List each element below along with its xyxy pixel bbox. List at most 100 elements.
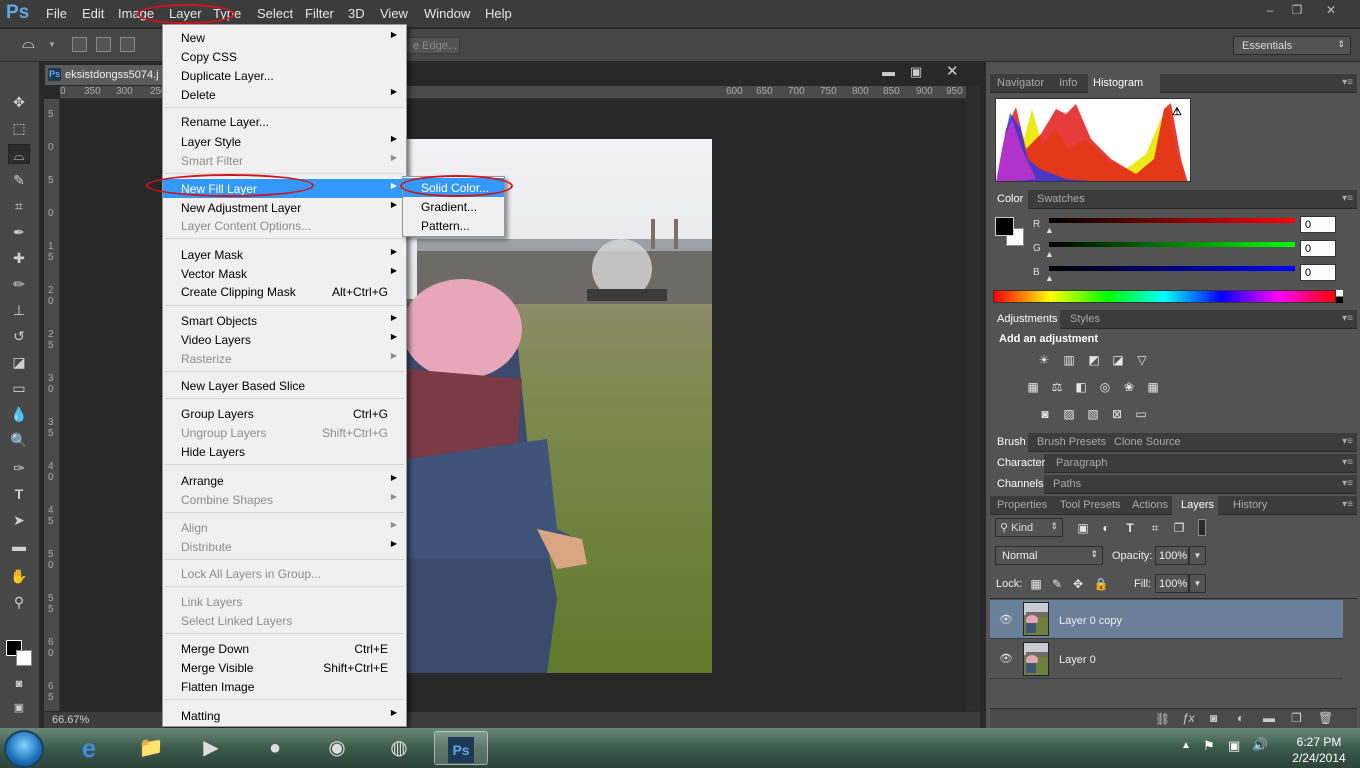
panel-menu-icon[interactable]: ▾≡ xyxy=(1342,77,1353,88)
hand-tool-icon[interactable]: ✋ xyxy=(8,566,30,586)
red-value-input[interactable]: 0 xyxy=(1300,216,1336,233)
tab-history[interactable]: History xyxy=(1233,499,1267,511)
tab-styles[interactable]: Styles xyxy=(1070,313,1100,325)
internet-explorer-icon[interactable]: e xyxy=(68,731,110,765)
submenu-item-pattern[interactable]: Pattern... xyxy=(403,216,504,235)
menu-item-new[interactable]: New ▶ xyxy=(163,28,406,47)
filter-pixel-icon[interactable]: ▣ xyxy=(1074,521,1092,535)
filter-toggle[interactable] xyxy=(1198,519,1206,536)
add-mask-icon[interactable]: ◙ xyxy=(1210,711,1217,725)
menu-item-ungroup-layers[interactable]: Ungroup Layers Shift+Ctrl+G xyxy=(163,423,406,442)
warning-icon[interactable]: ⚠ xyxy=(1172,105,1182,118)
link-layers-icon[interactable]: ⛓ xyxy=(1155,712,1170,726)
panel-menu-icon[interactable]: ▾≡ xyxy=(1342,193,1353,204)
tab-brush-presets[interactable]: Brush Presets xyxy=(1037,436,1106,448)
layer-name[interactable]: Layer 0 xyxy=(1059,654,1096,666)
vibrance-icon[interactable]: ▽ xyxy=(1133,353,1151,367)
doc-restore-icon[interactable]: ▣ xyxy=(910,64,922,80)
menu-item-layer-content-options[interactable]: Layer Content Options... xyxy=(163,216,406,235)
blur-tool-icon[interactable]: 💧 xyxy=(8,404,30,424)
menu-item-new-adjustment-layer[interactable]: New Adjustment Layer ▶ xyxy=(163,198,406,217)
panel-menu-icon[interactable]: ▾≡ xyxy=(1342,478,1353,489)
tab-tool-presets[interactable]: Tool Presets xyxy=(1060,499,1121,511)
threshold-icon[interactable]: ▧ xyxy=(1084,407,1102,421)
menu-item-merge-down[interactable]: Merge Down Ctrl+E xyxy=(163,639,406,658)
zoom-level[interactable]: 66.67% xyxy=(52,714,89,726)
new-group-icon[interactable]: ▬ xyxy=(1263,711,1275,725)
menu-item-hide-layers[interactable]: Hide Layers xyxy=(163,442,406,461)
doc-close-icon[interactable]: ✕ xyxy=(946,62,959,80)
layer-name[interactable]: Layer 0 copy xyxy=(1059,615,1122,627)
menu-item-layer-style[interactable]: Layer Style ▶ xyxy=(163,132,406,151)
filter-type-icon[interactable]: T xyxy=(1121,521,1139,535)
exposure-icon[interactable]: ◪ xyxy=(1109,353,1127,367)
marquee-tool-icon[interactable]: ⬚ xyxy=(8,118,30,138)
tab-clone-source[interactable]: Clone Source xyxy=(1114,436,1181,448)
network-icon[interactable]: ▣ xyxy=(1228,738,1240,754)
volume-icon[interactable]: 🔊 xyxy=(1252,737,1268,753)
tab-layers[interactable]: Layers xyxy=(1181,499,1214,511)
quick-select-icon[interactable]: ✎ xyxy=(8,170,30,190)
opacity-input[interactable]: 100% xyxy=(1155,546,1189,565)
fx-icon[interactable]: ƒx xyxy=(1182,711,1195,725)
eyedropper-icon[interactable]: ✒ xyxy=(8,222,30,242)
dodge-tool-icon[interactable]: 🔍 xyxy=(8,430,30,450)
panel-menu-icon[interactable]: ▾≡ xyxy=(1342,457,1353,468)
type-tool-icon[interactable]: T xyxy=(8,484,30,504)
menu-item-select-linked-layers[interactable]: Select Linked Layers xyxy=(163,611,406,630)
tab-info[interactable]: Info xyxy=(1059,77,1077,89)
opacity-dropdown-icon[interactable]: ▼ xyxy=(1189,546,1206,565)
menu-help[interactable]: Help xyxy=(485,6,512,21)
brush-tool-icon[interactable]: ✏ xyxy=(8,274,30,294)
fill-dropdown-icon[interactable]: ▼ xyxy=(1189,574,1206,593)
path-select-icon[interactable]: ➤ xyxy=(8,510,30,530)
refine-edge-button[interactable]: e Edge... xyxy=(404,37,460,54)
menu-item-video-layers[interactable]: Video Layers ▶ xyxy=(163,330,406,349)
lock-pixels-icon[interactable]: ✎ xyxy=(1048,577,1066,591)
menu-item-new-layer-based-slice[interactable]: New Layer Based Slice xyxy=(163,376,406,395)
document-tab[interactable]: eksistdongss5074.j xyxy=(44,64,176,86)
blue-slider[interactable] xyxy=(1049,266,1295,271)
panel-menu-icon[interactable]: ▾≡ xyxy=(1342,499,1353,510)
menu-item-rasterize[interactable]: Rasterize ▶ xyxy=(163,349,406,368)
zoom-tool-icon[interactable]: ⚲ xyxy=(8,592,30,612)
background-color-swatch[interactable] xyxy=(16,650,32,666)
lock-position-icon[interactable]: ✥ xyxy=(1069,577,1087,591)
restore-icon[interactable]: ❐ xyxy=(1284,2,1310,20)
new-adjustment-icon[interactable]: ◐ xyxy=(1237,711,1244,725)
filter-shape-icon[interactable]: ⌗ xyxy=(1146,521,1164,535)
lock-all-icon[interactable]: 🔒 xyxy=(1092,577,1110,591)
stamp-tool-icon[interactable]: ⊥ xyxy=(8,300,30,320)
close-icon[interactable]: ✕ xyxy=(1318,2,1344,20)
menu-item-rename-layer[interactable]: Rename Layer... xyxy=(163,112,406,131)
fill-input[interactable]: 100% xyxy=(1155,574,1189,593)
eraser-icon[interactable]: ◪ xyxy=(8,352,30,372)
menu-item-duplicate-layer[interactable]: Duplicate Layer... xyxy=(163,66,406,85)
red-slider[interactable] xyxy=(1049,218,1295,223)
minimize-icon[interactable]: – xyxy=(1257,2,1283,20)
layer-filter-select[interactable]: ⚲ Kind ⇕ xyxy=(995,518,1063,537)
doc-minimize-icon[interactable]: ▬ xyxy=(882,64,895,79)
selective-color-icon[interactable]: ⊠ xyxy=(1108,407,1126,421)
tab-adjustments[interactable]: Adjustments xyxy=(997,313,1058,325)
color-foreground-swatch-top[interactable] xyxy=(995,217,1014,236)
new-layer-icon[interactable]: ❐ xyxy=(1291,711,1302,725)
pen-tool-icon[interactable]: ✑ xyxy=(8,458,30,478)
slider-handle-icon[interactable]: ▲ xyxy=(1045,225,1054,235)
menu-item-arrange[interactable]: Arrange ▶ xyxy=(163,471,406,490)
screen-mode-icon[interactable]: ▣ xyxy=(8,698,30,718)
trash-icon[interactable]: 🗑 xyxy=(1318,711,1333,725)
tab-properties[interactable]: Properties xyxy=(997,499,1047,511)
green-value-input[interactable]: 0 xyxy=(1300,240,1336,257)
color-lookup-icon[interactable]: ▦ xyxy=(1144,380,1162,394)
photo-filter-icon[interactable]: ◎ xyxy=(1096,380,1114,394)
menu-window[interactable]: Window xyxy=(424,6,470,21)
blue-value-input[interactable]: 0 xyxy=(1300,264,1336,281)
workspace-select[interactable]: Essentials ⇕ xyxy=(1233,36,1351,55)
subtract-selection-icon[interactable] xyxy=(120,37,135,52)
brightness-icon[interactable]: ☀ xyxy=(1035,353,1053,367)
menu-filter[interactable]: Filter xyxy=(305,6,334,21)
menu-item-copy-css[interactable]: Copy CSS xyxy=(163,47,406,66)
color-balance-icon[interactable]: ⚖ xyxy=(1048,380,1066,394)
app-orange-icon[interactable]: ● xyxy=(254,731,296,765)
